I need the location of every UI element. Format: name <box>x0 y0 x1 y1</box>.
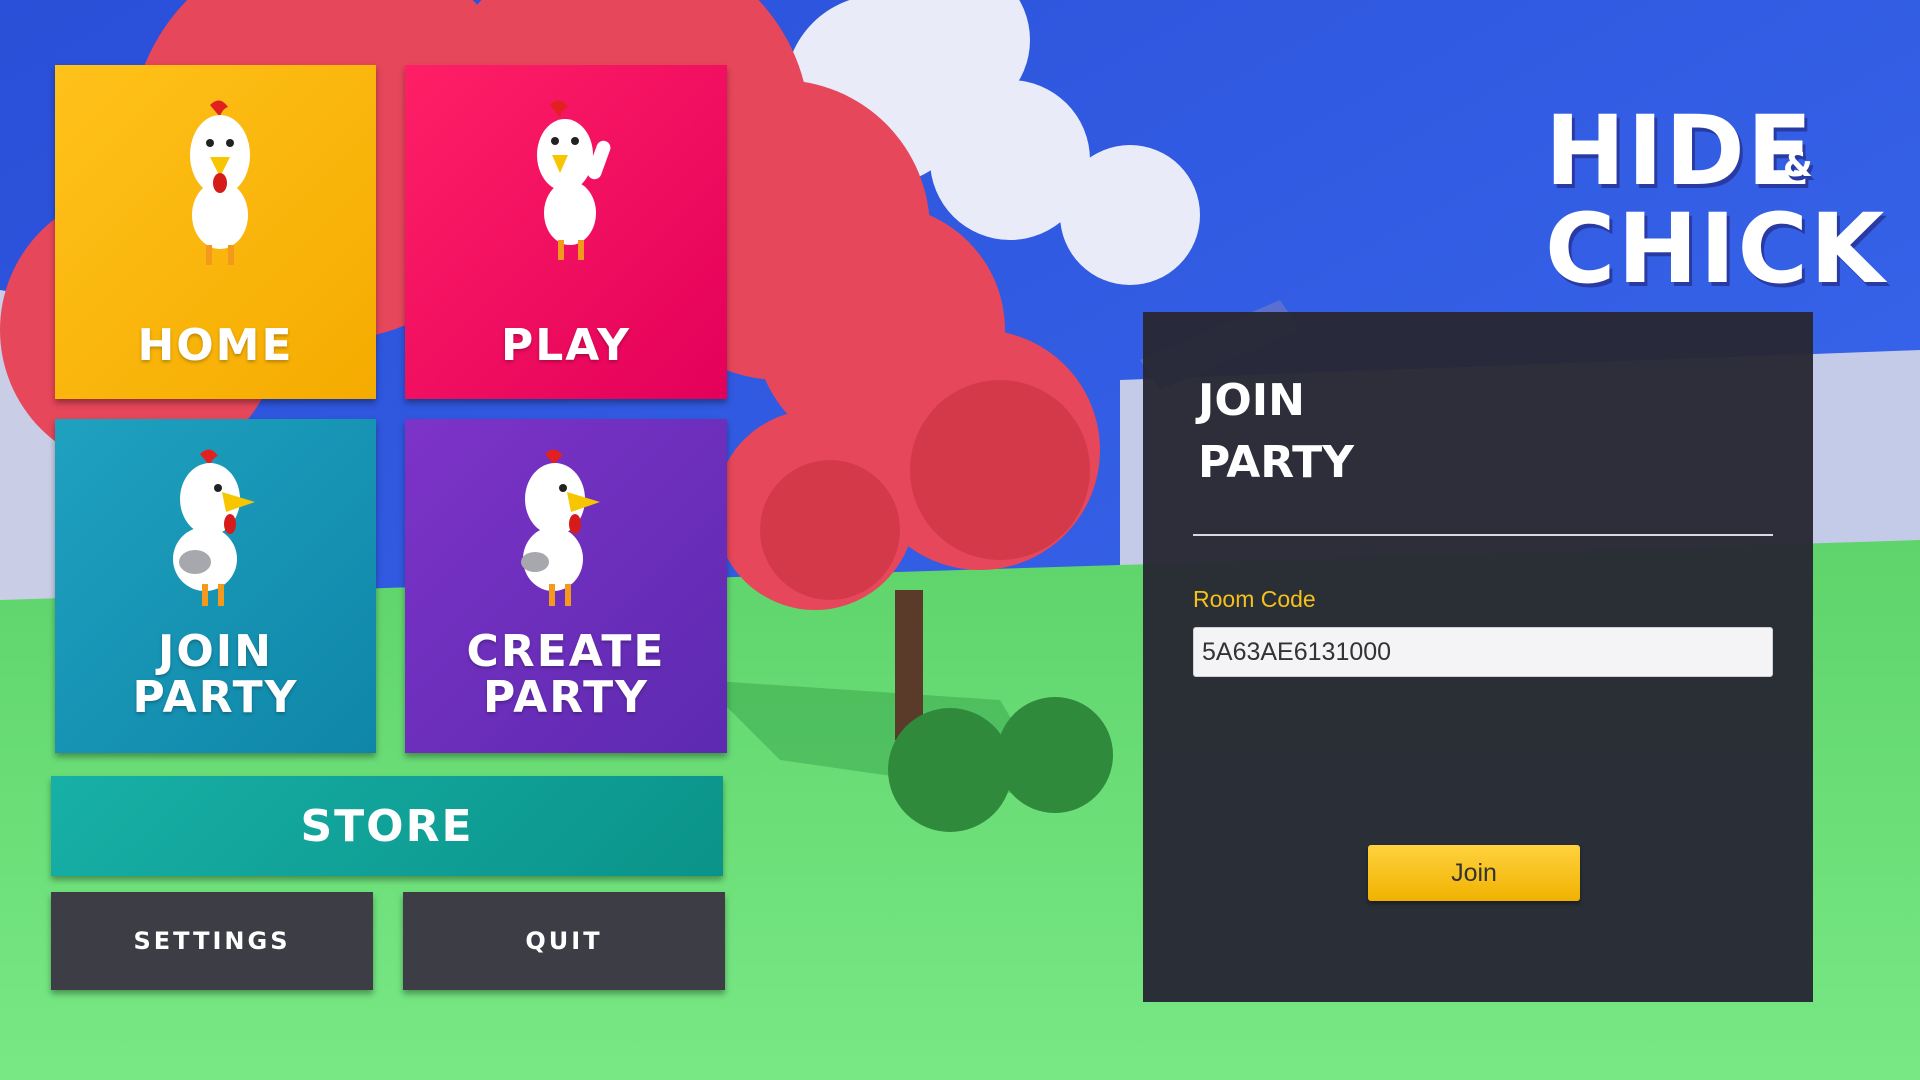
store-label: STORE <box>300 800 474 852</box>
room-code-label: Room Code <box>1193 586 1316 612</box>
create-party-label-line2: PARTY <box>482 672 650 724</box>
join-party-label-line1: JOIN <box>158 626 273 677</box>
settings-label: SETTINGS <box>133 927 291 955</box>
join-party-tile[interactable]: JOIN PARTY <box>55 419 376 753</box>
panel-title-line1: JOIN <box>1198 375 1305 426</box>
chicken-mascot-icon <box>537 100 611 260</box>
logo-ampersand: & <box>1783 145 1813 185</box>
play-tile[interactable]: PLAY <box>405 65 727 399</box>
quit-button[interactable]: QUIT <box>403 892 725 990</box>
join-party-panel: JOIN PARTY Room Code Join <box>1143 312 1813 1002</box>
game-logo: HIDE & CHICK <box>1545 95 1884 305</box>
create-party-tile[interactable]: CREATE PARTY <box>405 419 727 753</box>
chicken-mascot-icon <box>521 449 600 606</box>
quit-label: QUIT <box>525 927 603 955</box>
logo-line2: CHICK <box>1545 193 1887 305</box>
logo-line1: HIDE <box>1545 95 1815 207</box>
settings-button[interactable]: SETTINGS <box>51 892 373 990</box>
chicken-mascot-icon <box>190 100 250 265</box>
room-code-input[interactable] <box>1193 627 1773 677</box>
panel-title: JOIN PARTY <box>1198 370 1354 494</box>
home-label: HOME <box>137 320 294 371</box>
chicken-mascot-icon <box>173 449 255 606</box>
play-label: PLAY <box>501 320 631 371</box>
join-party-label: JOIN PARTY <box>55 626 376 724</box>
create-party-label: CREATE PARTY <box>405 626 727 724</box>
create-party-label-line1: CREATE <box>466 626 666 677</box>
store-button[interactable]: STORE <box>51 776 723 876</box>
panel-divider <box>1193 534 1773 536</box>
home-tile[interactable]: HOME <box>55 65 376 399</box>
join-button[interactable]: Join <box>1368 845 1580 901</box>
panel-title-line2: PARTY <box>1198 437 1355 488</box>
join-party-label-line2: PARTY <box>132 672 299 724</box>
